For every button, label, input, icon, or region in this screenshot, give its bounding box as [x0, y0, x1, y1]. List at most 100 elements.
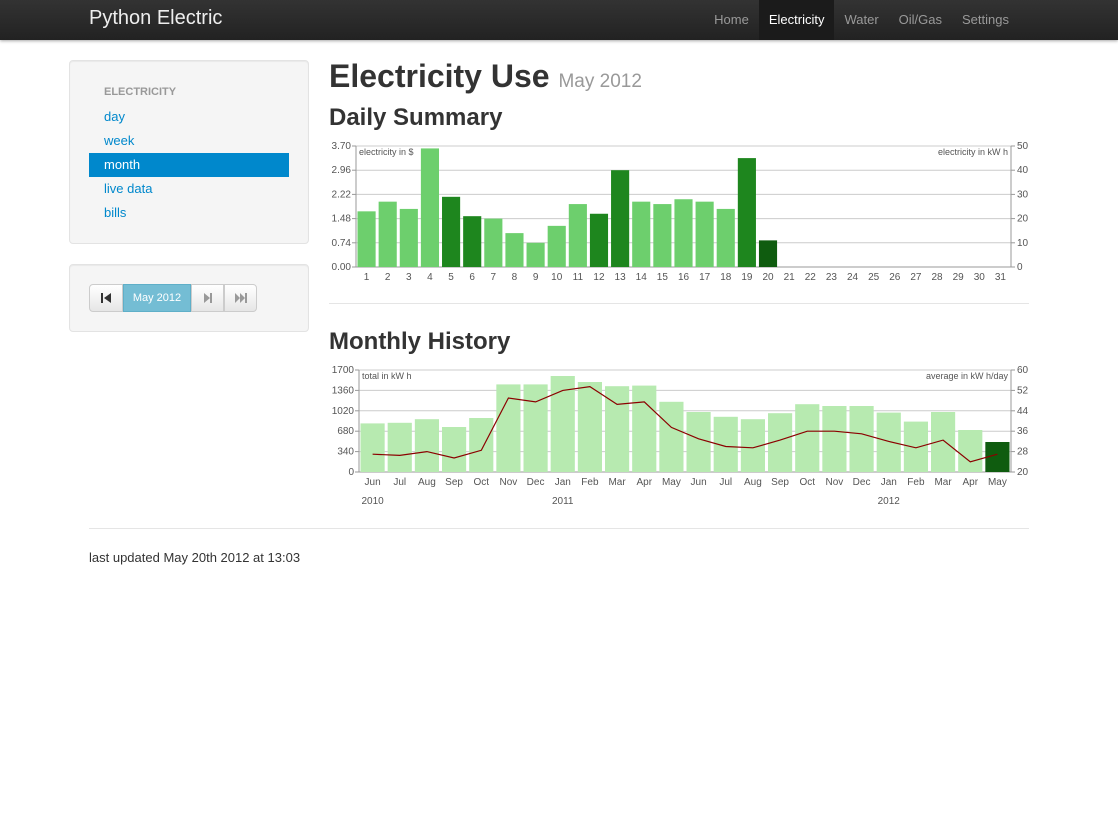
step-forward-icon [203, 293, 212, 303]
x-axis-tick-label: Jun [691, 477, 707, 488]
y2-axis-tick-label: 44 [1017, 406, 1029, 417]
x-axis-tick-label: Aug [418, 477, 436, 488]
bar [469, 418, 494, 472]
bar [420, 148, 440, 267]
bar [484, 218, 503, 267]
footer-divider [89, 528, 1029, 529]
x-axis-tick-label: 7 [491, 272, 497, 283]
y-axis-tick-label: 0.74 [332, 238, 352, 249]
top-navbar: Python Electric Home Electricity Water O… [0, 0, 1118, 40]
bar [653, 204, 672, 267]
x-axis-tick-label: 19 [741, 272, 753, 283]
x-axis-tick-label: Apr [636, 477, 652, 488]
year-label: 2012 [878, 496, 901, 507]
y-axis-tick-label: 0 [348, 467, 354, 478]
sidebar-item-bills[interactable]: bills [89, 201, 289, 225]
x-axis-tick-label: Apr [962, 477, 978, 488]
brand-logo[interactable]: Python Electric [89, 7, 222, 30]
bar [611, 170, 630, 267]
bar [577, 382, 602, 472]
y2-axis-tick-label: 52 [1017, 385, 1029, 396]
y2-axis-tick-label: 40 [1017, 165, 1029, 176]
x-axis-tick-label: Oct [473, 477, 489, 488]
x-axis-tick-label: 24 [847, 272, 859, 283]
bar [758, 240, 778, 267]
x-axis-tick-label: Oct [799, 477, 815, 488]
x-axis-tick-label: 8 [512, 272, 518, 283]
x-axis-tick-label: 21 [784, 272, 796, 283]
nav-electricity[interactable]: Electricity [758, 0, 835, 40]
bar [674, 199, 693, 267]
sidebar-item-week[interactable]: week [89, 129, 289, 153]
bar [876, 412, 901, 472]
x-axis-tick-label: 26 [889, 272, 901, 283]
x-axis-tick-label: 10 [551, 272, 563, 283]
nav-home[interactable]: Home [704, 0, 759, 40]
nav-settings[interactable]: Settings [952, 0, 1019, 40]
x-axis-tick-label: Nov [826, 477, 844, 488]
bar [716, 208, 735, 267]
sidebar-item-month[interactable]: month [89, 153, 289, 177]
sidebar-header: ELECTRICITY [104, 86, 177, 98]
x-axis-tick-label: 30 [974, 272, 986, 283]
next-period-button[interactable] [191, 284, 224, 312]
x-axis-tick-label: Jun [365, 477, 381, 488]
current-period-button[interactable]: May 2012 [123, 284, 191, 312]
y-axis-tick-label: 3.70 [332, 141, 352, 152]
x-axis-tick-label: 22 [805, 272, 817, 283]
bar [822, 406, 847, 472]
x-axis-tick-label: 18 [720, 272, 732, 283]
y-axis-tick-label: 680 [337, 426, 354, 437]
y2-axis-label: electricity in kW h [938, 147, 1008, 157]
x-axis-tick-label: Jul [393, 477, 406, 488]
x-axis-tick-label: Nov [500, 477, 518, 488]
y2-axis-tick-label: 28 [1017, 447, 1029, 458]
x-axis-tick-label: 28 [931, 272, 943, 283]
main-nav: Home Electricity Water Oil/Gas Settings [704, 0, 1019, 40]
sidebar-item-day[interactable]: day [89, 105, 289, 129]
y2-axis-tick-label: 0 [1017, 262, 1023, 273]
y2-axis-tick-label: 10 [1017, 238, 1029, 249]
bar [849, 406, 874, 472]
year-label: 2011 [552, 496, 574, 507]
nav-oil-gas[interactable]: Oil/Gas [889, 0, 952, 40]
y2-axis-label: average in kW h/day [926, 371, 1009, 381]
x-axis-tick-label: May [662, 477, 681, 488]
x-axis-tick-label: 20 [762, 272, 774, 283]
y2-axis-tick-label: 20 [1017, 214, 1029, 225]
monthly-history-chart: 0 20 340 28 680 36 1020 44 1360 52 1700 60 total in … [332, 365, 1029, 507]
y-axis-label: electricity in $ [359, 147, 414, 157]
x-axis-tick-label: 1 [364, 272, 370, 283]
sidebar-item-live-data[interactable]: live data [89, 177, 289, 201]
x-axis-tick-label: 9 [533, 272, 539, 283]
y-axis-tick-label: 1020 [332, 406, 355, 417]
bar [414, 419, 439, 472]
date-pager: May 2012 [89, 284, 257, 312]
page-title: Electricity Use May 2012 [329, 58, 642, 95]
x-axis-tick-label: 6 [469, 272, 475, 283]
bar [463, 216, 482, 267]
x-axis-tick-label: Feb [907, 477, 925, 488]
y2-axis-tick-label: 50 [1017, 141, 1029, 152]
year-label: 2010 [361, 496, 384, 507]
x-axis-tick-label: Jan [881, 477, 897, 488]
x-axis-tick-label: Mar [934, 477, 952, 488]
last-period-button[interactable] [224, 284, 257, 312]
x-axis-tick-label: 14 [636, 272, 648, 283]
x-axis-tick-label: Dec [853, 477, 871, 488]
y-axis-tick-label: 340 [337, 447, 354, 458]
bar [360, 423, 385, 472]
bar [378, 201, 397, 267]
average-line [372, 385, 998, 463]
bar [795, 404, 820, 472]
y-axis-tick-label: 1360 [332, 385, 355, 396]
y-axis-tick-label: 1.48 [332, 214, 352, 225]
first-period-button[interactable] [89, 284, 123, 312]
nav-water[interactable]: Water [834, 0, 888, 40]
y2-axis-tick-label: 30 [1017, 189, 1029, 200]
date-pager-panel: May 2012 [69, 264, 309, 332]
x-axis-tick-label: 15 [657, 272, 669, 283]
bar [632, 201, 651, 267]
y2-axis-tick-label: 60 [1017, 365, 1029, 376]
y2-axis-tick-label: 20 [1017, 467, 1029, 478]
